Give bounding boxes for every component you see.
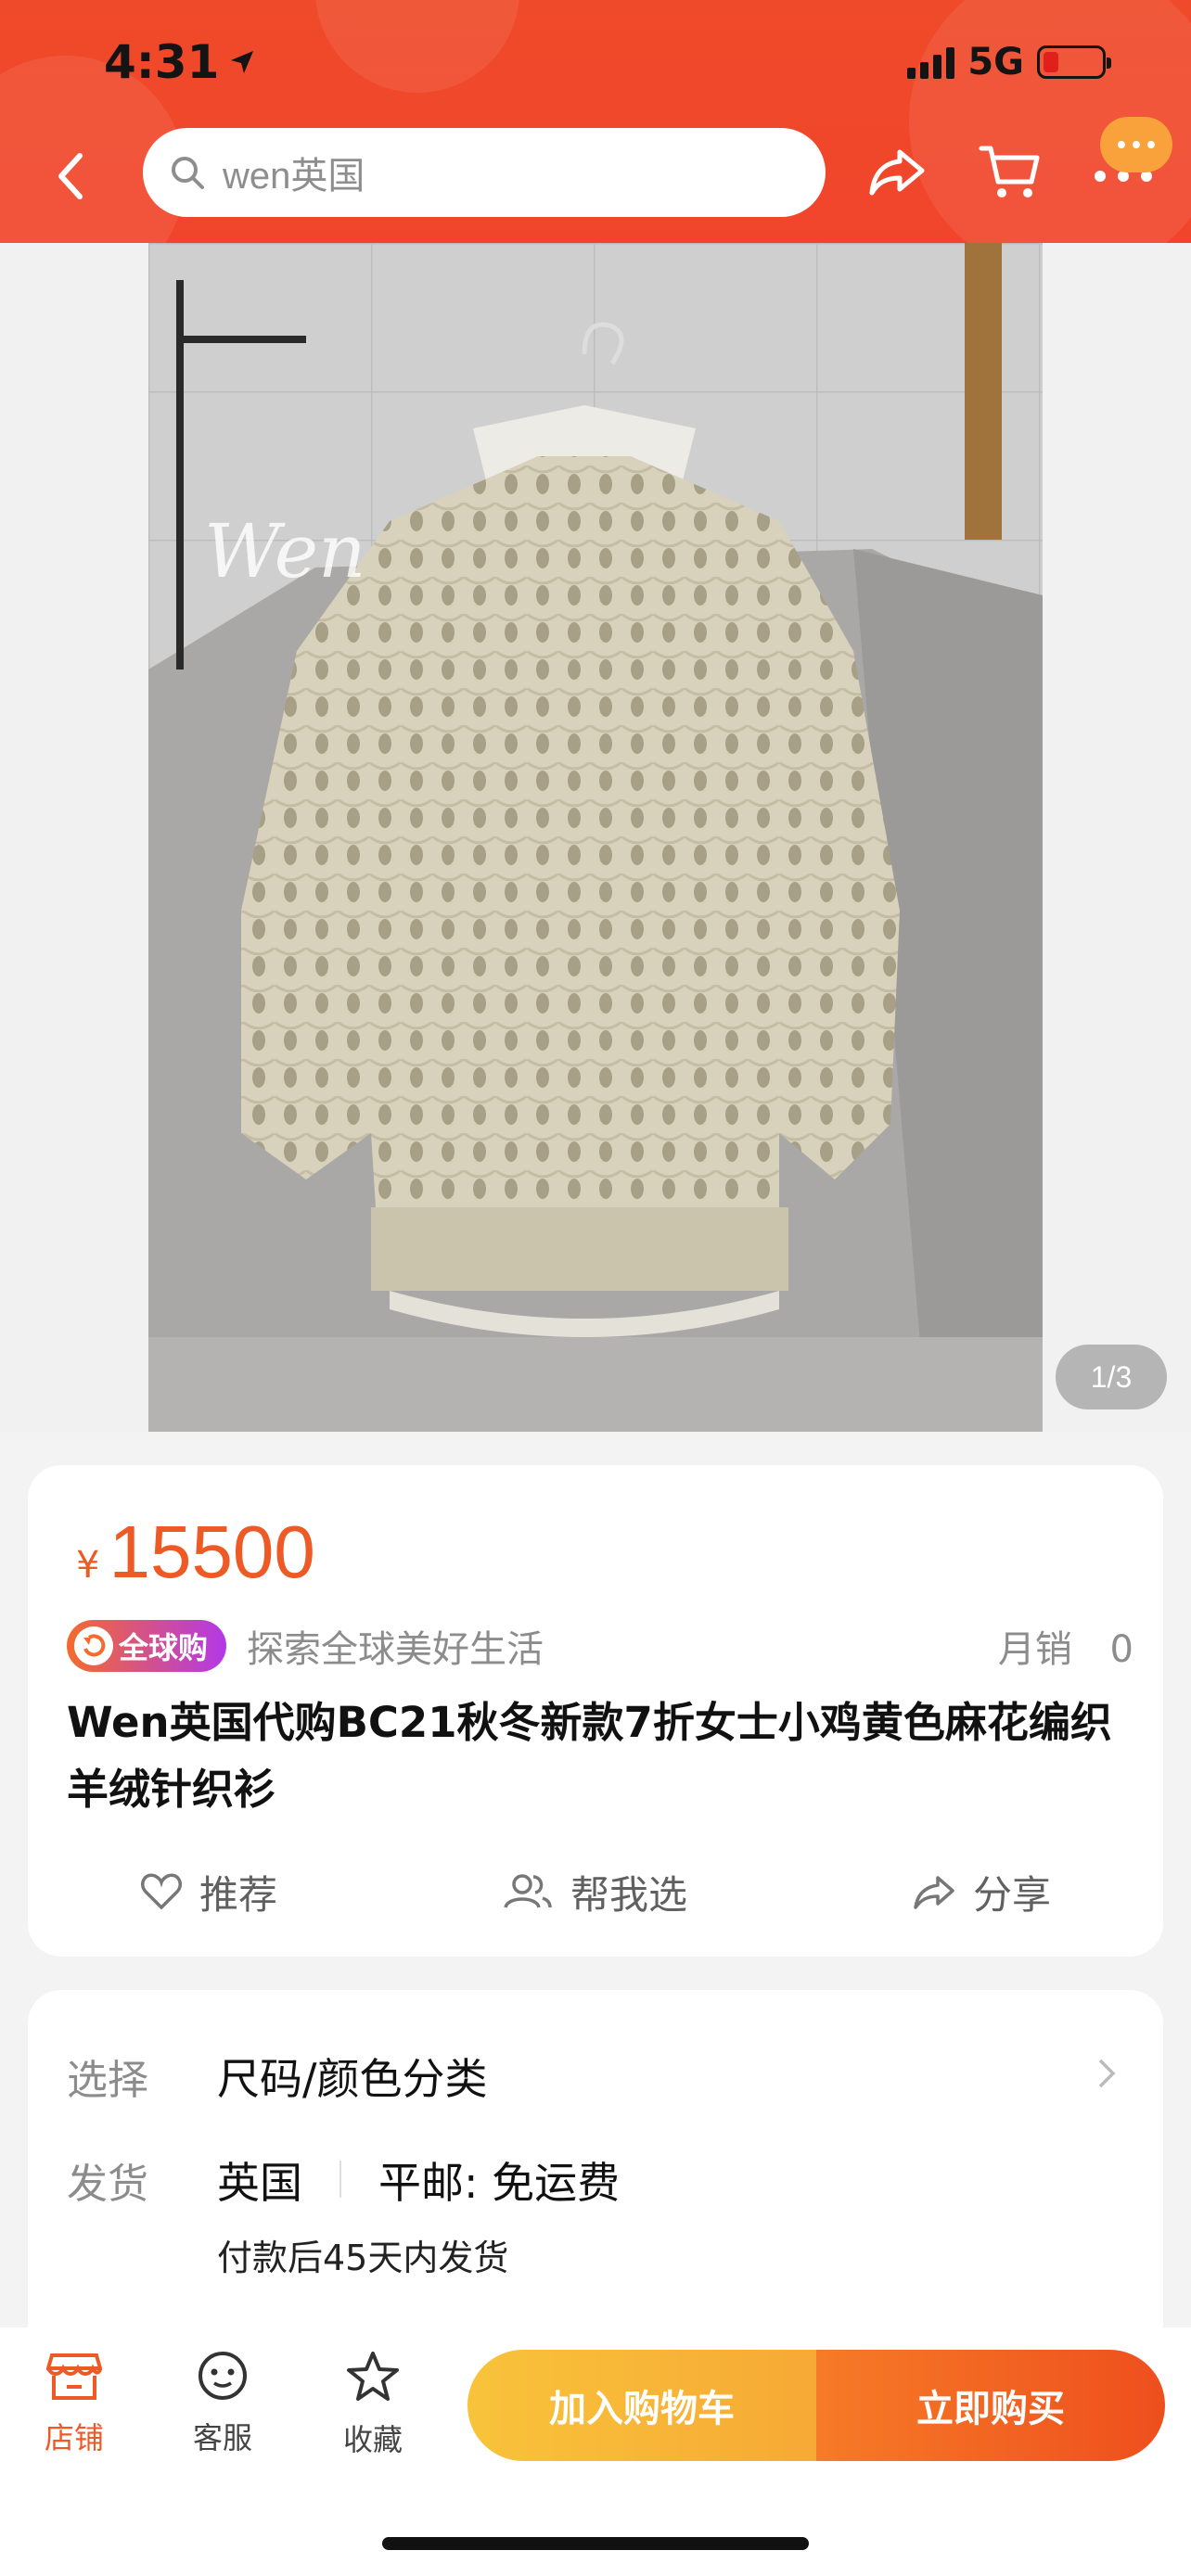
service-icon <box>198 2352 247 2400</box>
tab-service[interactable]: 客服 <box>167 2350 278 2457</box>
shipping-method: 平邮: 免运费 <box>378 2158 621 2208</box>
share-button[interactable]: 分享 <box>912 1864 1051 1920</box>
global-purchase-badge[interactable]: 全球购 <box>67 1620 227 1672</box>
shipping-label: 发货 <box>67 2161 148 2208</box>
recommend-label: 推荐 <box>198 1871 277 1918</box>
status-bar: 4:31 5G <box>0 0 1191 130</box>
monthly-sales: 月销 0 <box>998 1619 1133 1673</box>
star-icon <box>347 2352 399 2401</box>
shipping-row: 发货 英国 平邮: 免运费 <box>67 2149 620 2211</box>
purchase-buttons: 加入购物车 立即购买 <box>467 2350 1165 2461</box>
product-photo[interactable]: Wen <box>148 243 1043 1432</box>
location-arrow-icon <box>231 51 254 73</box>
search-icon <box>172 157 204 189</box>
recommend-button[interactable]: 推荐 <box>140 1864 277 1920</box>
sales-label: 月销 <box>997 1628 1072 1671</box>
action-row: 推荐 帮我选 分享 <box>28 1855 1163 1929</box>
select-row[interactable]: 选择 尺码/颜色分类 <box>67 2046 488 2107</box>
shipping-note: 付款后45天内发货 <box>217 2238 509 2278</box>
product-title: Wen英国代购BC21秋冬新款7折女士小鸡黄色麻花编织羊绒针织衫 <box>67 1698 1112 1814</box>
currency-symbol: ¥ <box>76 1544 100 1587</box>
sweater-photo-icon: Wen <box>148 243 1043 1432</box>
tab-shop-label: 店铺 <box>44 2420 104 2455</box>
header: 4:31 5G wen英国 <box>0 0 1191 243</box>
buy-now-button[interactable]: 立即购买 <box>816 2350 1165 2461</box>
add-to-cart-button[interactable]: 加入购物车 <box>467 2350 816 2461</box>
battery-icon <box>1037 45 1111 79</box>
search-text: wen英国 <box>223 156 365 197</box>
svg-text:Wen: Wen <box>204 508 366 594</box>
cart-icon[interactable] <box>978 139 1043 204</box>
tab-favorite-label: 收藏 <box>342 2422 403 2457</box>
shipping-origin: 英国 <box>217 2158 302 2208</box>
select-value: 尺码/颜色分类 <box>217 2054 488 2104</box>
tab-favorite[interactable]: 收藏 <box>317 2350 429 2459</box>
tab-service-label: 客服 <box>192 2420 252 2455</box>
people-icon <box>504 1874 552 1908</box>
product-gallery[interactable]: Wen 1/3 <box>0 243 1191 1432</box>
home-indicator <box>382 2537 809 2550</box>
tag-row: 全球购 探索全球美好生活 月销 0 <box>67 1613 1133 1678</box>
image-counter: 1/3 <box>1056 1345 1167 1409</box>
heart-icon <box>141 1873 182 1910</box>
share-label: 分享 <box>972 1871 1051 1918</box>
shop-icon <box>45 2353 103 2400</box>
tagline: 探索全球美好生活 <box>247 1628 544 1671</box>
global-purchase-label: 全球购 <box>119 1630 209 1665</box>
price-card: ¥ 15500 全球购 探索全球美好生活 月销 0 Wen英国代购BC21秋冬新… <box>28 1465 1163 1957</box>
select-label: 选择 <box>67 2057 148 2104</box>
signal-icon <box>907 45 955 79</box>
help-me-choose-label: 帮我选 <box>570 1871 687 1918</box>
share-icon <box>914 1876 954 1909</box>
search-bar[interactable]: wen英国 <box>143 128 826 217</box>
status-time: 4:31 <box>104 35 256 89</box>
tab-shop[interactable]: 店铺 <box>19 2350 130 2457</box>
share-icon[interactable] <box>864 139 929 204</box>
help-me-choose-button[interactable]: 帮我选 <box>502 1864 687 1920</box>
more-badge[interactable] <box>1100 117 1172 172</box>
sales-value: 0 <box>1109 1628 1133 1671</box>
divider <box>339 2161 341 2198</box>
chevron-right-icon[interactable] <box>1096 2055 1117 2092</box>
price: ¥ 15500 <box>76 1510 315 1595</box>
global-purchase-icon <box>74 1626 113 1665</box>
back-icon[interactable] <box>52 148 89 204</box>
network-label: 5G <box>967 41 1024 83</box>
price-value: 15500 <box>109 1511 315 1593</box>
